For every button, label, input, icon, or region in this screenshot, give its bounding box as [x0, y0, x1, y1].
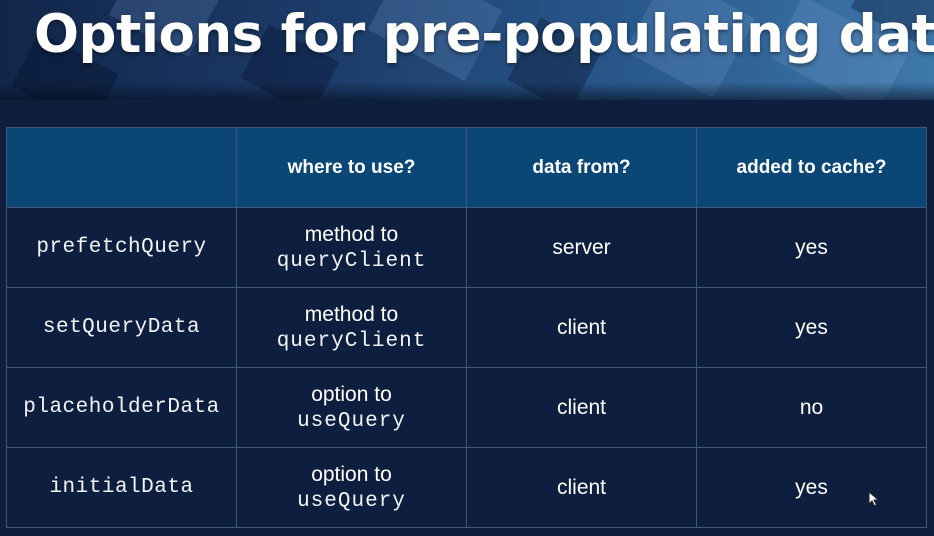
where-text: option to	[311, 382, 392, 406]
table-row: initialData option to useQuery client ye…	[6, 447, 927, 528]
where-to-use-cell: method to queryClient	[236, 207, 467, 288]
table-row: placeholderData option to useQuery clien…	[6, 367, 927, 448]
mouse-pointer-icon	[868, 491, 880, 507]
data-from-cell: server	[466, 207, 697, 288]
option-name: initialData	[6, 447, 237, 528]
options-table-container: where to use? data from? added to cache?…	[6, 127, 927, 528]
added-to-cache-cell: no	[696, 367, 927, 448]
added-to-cache-cell: yes	[696, 207, 927, 288]
data-from-cell: client	[466, 367, 697, 448]
option-name: setQueryData	[6, 287, 237, 368]
option-name: placeholderData	[6, 367, 237, 448]
where-to-use-cell: option to useQuery	[236, 367, 467, 448]
banner-shade	[0, 82, 934, 100]
added-to-cache-cell: yes	[696, 287, 927, 368]
where-text: option to	[311, 462, 392, 486]
table-row: prefetchQuery method to queryClient serv…	[6, 207, 927, 288]
slide-title: Options for pre-populating data	[34, 4, 934, 65]
where-text: method to	[304, 222, 399, 246]
data-from-cell: client	[466, 447, 697, 528]
where-to-use-cell: method to queryClient	[236, 287, 467, 368]
table-header-row: where to use? data from? added to cache?	[6, 127, 927, 208]
where-code: queryClient	[276, 249, 427, 273]
option-name: prefetchQuery	[6, 207, 237, 288]
header-data-from: data from?	[466, 127, 697, 208]
table-row: setQueryData method to queryClient clien…	[6, 287, 927, 368]
where-code: useQuery	[297, 489, 406, 513]
header-added-to-cache: added to cache?	[696, 127, 927, 208]
where-code: queryClient	[276, 329, 427, 353]
header-blank	[6, 127, 237, 208]
title-banner: Options for pre-populating data	[0, 0, 934, 100]
header-where-to-use: where to use?	[236, 127, 467, 208]
data-from-cell: client	[466, 287, 697, 368]
where-to-use-cell: option to useQuery	[236, 447, 467, 528]
added-to-cache-cell: yes	[696, 447, 927, 528]
where-text: method to	[304, 302, 399, 326]
options-table: where to use? data from? added to cache?…	[6, 127, 927, 528]
where-code: useQuery	[297, 409, 406, 433]
